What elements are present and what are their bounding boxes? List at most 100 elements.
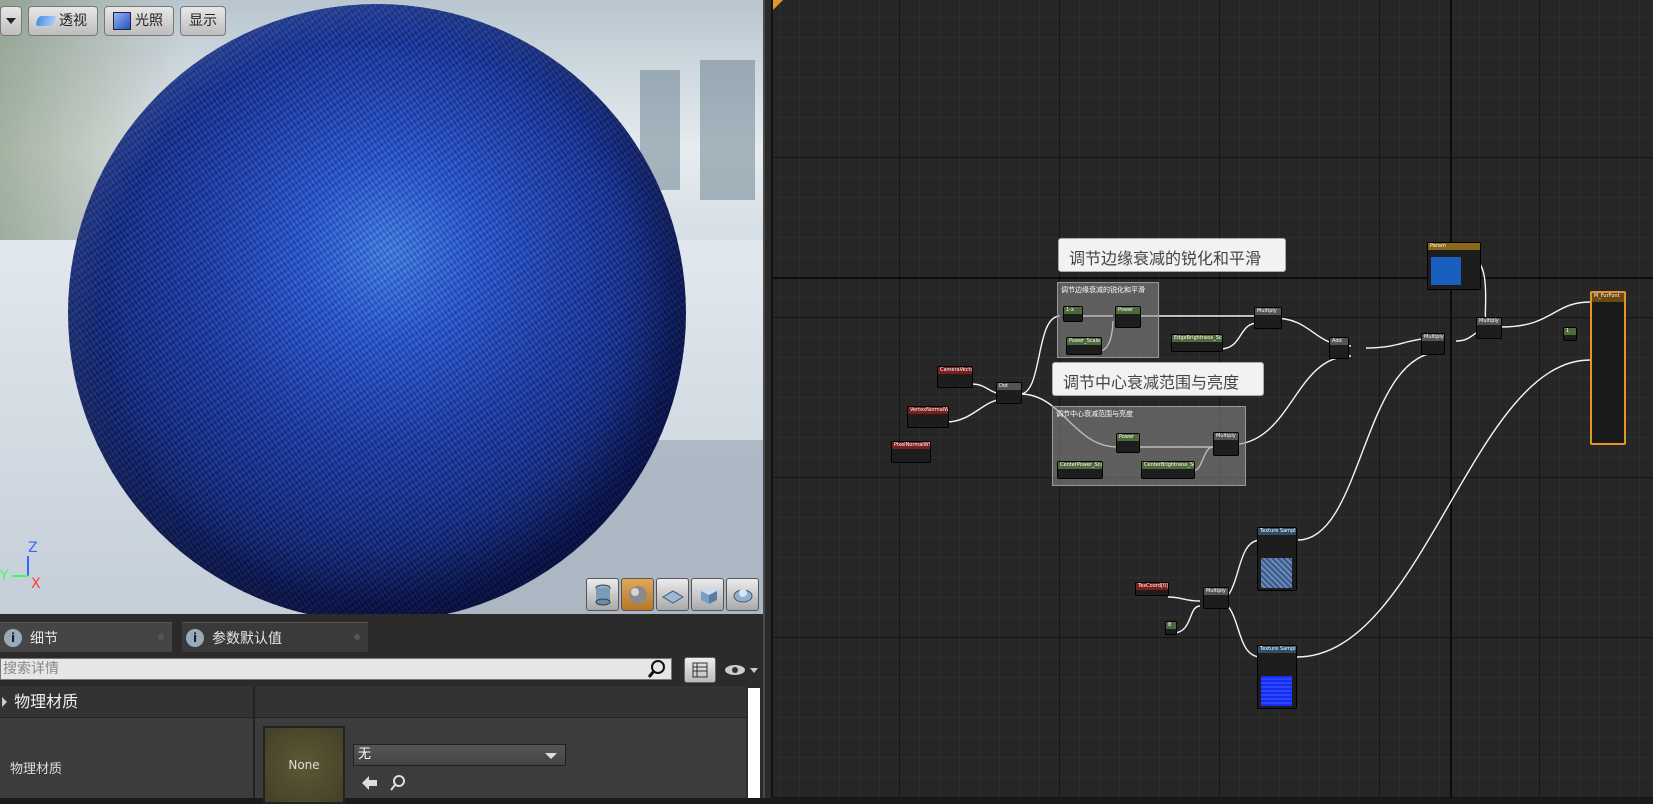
- node-texture-sample-b[interactable]: Texture Sample: [1257, 645, 1297, 709]
- physical-material-section-header[interactable]: 物理材质: [0, 686, 746, 718]
- node-multiply-b[interactable]: Multiply: [1476, 317, 1502, 339]
- node-title: 8: [1166, 622, 1176, 629]
- preview-plane-button[interactable]: [656, 578, 689, 611]
- use-selected-asset-button[interactable]: [360, 774, 380, 796]
- tab-parameter-defaults-label: 参数默认值: [212, 630, 282, 647]
- axis-x-label: X: [31, 576, 41, 592]
- tab-close-icon[interactable]: [354, 634, 360, 640]
- node-title: EdgeBrightness_Scale: [1172, 335, 1222, 342]
- node-power-edge[interactable]: Power: [1115, 306, 1141, 328]
- browse-magnifier-icon: [390, 775, 405, 791]
- tab-close-icon[interactable]: [158, 634, 164, 640]
- cube-icon: [700, 586, 717, 604]
- node-title: CenterBrightness_Scale: [1142, 462, 1194, 469]
- node-title: Add: [1330, 338, 1348, 345]
- node-title: Dot: [997, 383, 1021, 390]
- physical-material-combo[interactable]: 无: [353, 744, 566, 766]
- asset-thumbnail[interactable]: None: [263, 726, 345, 804]
- node-multiply-edge[interactable]: Multiply: [1254, 307, 1282, 329]
- node-pixel-normal[interactable]: PixelNormalWS: [891, 441, 931, 463]
- grid-list-icon: [692, 662, 708, 678]
- perspective-icon: [35, 16, 57, 26]
- material-result-node[interactable]: M_FurFont: [1590, 291, 1626, 445]
- node-title: Multiply: [1422, 334, 1444, 341]
- column-splitter[interactable]: [253, 686, 255, 798]
- collapse-arrow-icon[interactable]: [2, 697, 7, 707]
- arrow-left-icon: [362, 776, 377, 790]
- visibility-options-button[interactable]: [720, 657, 760, 683]
- node-vertex-normal[interactable]: VertexNormalWS: [907, 406, 949, 428]
- chevron-down-icon: [6, 18, 16, 24]
- lighting-label: 光照: [135, 13, 163, 29]
- node-texture-sample-a[interactable]: Texture Sample: [1257, 527, 1297, 591]
- lit-cube-icon: [113, 12, 131, 30]
- node-title: Power_Scale: [1067, 338, 1101, 345]
- comment-bubble-edge[interactable]: 调节边缘衰减的锐化和平滑: [1058, 238, 1286, 272]
- node-scalar[interactable]: 8: [1165, 621, 1177, 635]
- node-param-color[interactable]: Param: [1427, 242, 1481, 290]
- texture-preview: [1261, 676, 1292, 706]
- node-dot[interactable]: Dot: [996, 382, 1022, 404]
- show-label: 显示: [189, 13, 217, 29]
- search-icon[interactable]: [647, 659, 667, 685]
- lighting-button[interactable]: 光照: [104, 6, 174, 36]
- node-edge-brightness[interactable]: EdgeBrightness_Scale: [1171, 334, 1223, 352]
- axis-z-label: Z: [28, 540, 38, 556]
- comment-box-text: 调节中心衰减范围与亮度: [1056, 410, 1133, 418]
- tab-details[interactable]: i 细节: [0, 622, 172, 652]
- node-title: Multiply: [1255, 308, 1281, 315]
- info-icon: i: [186, 628, 204, 647]
- node-title: Param: [1428, 243, 1480, 250]
- node-tex-coord[interactable]: TexCoord[0]: [1135, 582, 1169, 596]
- node-multiply-a[interactable]: Multiply: [1421, 333, 1445, 355]
- node-title: Multiply: [1204, 588, 1228, 595]
- node-one-minus[interactable]: 1-x: [1063, 306, 1083, 322]
- node-constant[interactable]: 1: [1563, 327, 1577, 341]
- node-power-center[interactable]: Power: [1116, 433, 1140, 453]
- combo-value: 无: [358, 747, 372, 762]
- panel-splitter[interactable]: [763, 0, 773, 798]
- property-matrix-button[interactable]: [684, 657, 716, 683]
- thumbnail-text: None: [288, 758, 320, 772]
- info-icon: i: [4, 628, 22, 647]
- node-center-brightness[interactable]: CenterBrightness_Scale: [1141, 461, 1195, 479]
- details-scrollbar[interactable]: [748, 688, 760, 798]
- node-multiply-center[interactable]: Multiply: [1213, 432, 1239, 456]
- show-button[interactable]: 显示: [180, 6, 226, 36]
- sphere-icon: [628, 585, 647, 604]
- preview-cylinder-button[interactable]: [586, 578, 619, 611]
- node-title: Multiply: [1214, 433, 1238, 440]
- node-title: Power: [1117, 434, 1139, 441]
- comment-bubble-center[interactable]: 调节中心衰减范围与亮度: [1052, 362, 1264, 396]
- browse-asset-button[interactable]: [388, 774, 408, 796]
- cylinder-icon: [595, 584, 610, 605]
- node-center-power[interactable]: CenterPower_Scale: [1057, 461, 1103, 479]
- preview-sphere-button[interactable]: [621, 578, 654, 611]
- material-preview-viewport[interactable]: 透视 光照 显示 Z Y X: [0, 0, 763, 614]
- section-title: 物理材质: [14, 692, 79, 711]
- node-power-scale[interactable]: Power_Scale: [1066, 337, 1102, 355]
- node-tex-multiply[interactable]: Multiply: [1203, 587, 1229, 609]
- eye-icon: [725, 665, 758, 675]
- perspective-button[interactable]: 透视: [28, 6, 98, 36]
- preview-sphere[interactable]: [68, 4, 686, 614]
- search-details-input[interactable]: 搜索详情: [0, 658, 672, 680]
- custom-mesh-icon: [733, 588, 752, 602]
- axis-y-label: Y: [0, 568, 9, 584]
- graph-wires: [945, 257, 1591, 658]
- node-title: 1: [1564, 328, 1576, 335]
- param-color-swatch: [1431, 257, 1461, 285]
- node-add[interactable]: Add: [1329, 337, 1349, 359]
- material-graph-canvas[interactable]: 调节边缘衰减的锐化和平滑 调节边缘衰减的锐化和平滑 调节中心衰减范围与亮度 调节…: [773, 0, 1653, 798]
- node-title: VertexNormalWS: [908, 407, 948, 414]
- viewport-options-dropdown[interactable]: [0, 6, 22, 36]
- node-title: Texture Sample: [1258, 646, 1296, 653]
- node-camera-vector[interactable]: CameraVector: [937, 366, 973, 388]
- chevron-down-icon: [545, 753, 557, 759]
- node-title: TexCoord[0]: [1136, 583, 1168, 590]
- preview-cube-button[interactable]: [691, 578, 724, 611]
- tab-parameter-defaults[interactable]: i 参数默认值: [182, 622, 368, 652]
- details-panel: i 细节 i 参数默认值 搜索详情 物理材质 物理材质 None 无: [0, 614, 763, 804]
- node-title: CameraVector: [938, 367, 972, 374]
- preview-custom-mesh-button[interactable]: [726, 578, 759, 611]
